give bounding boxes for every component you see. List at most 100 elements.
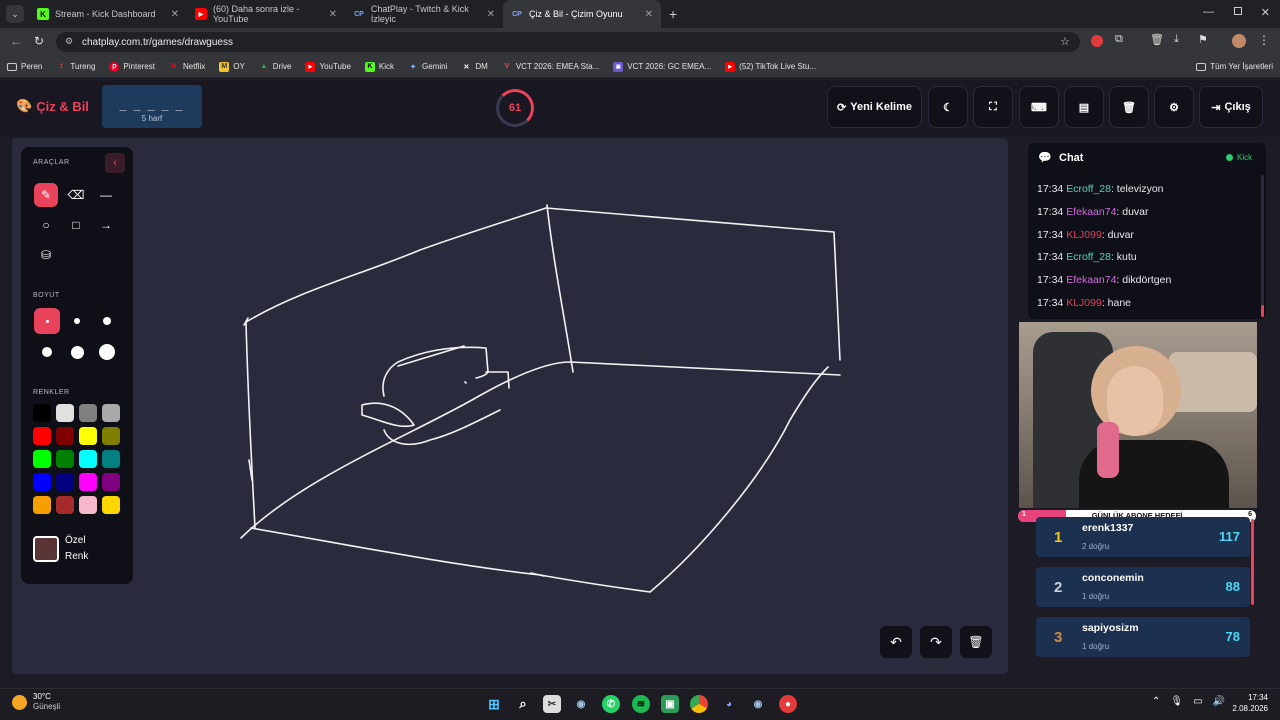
bookmark-item[interactable]: ✦ Gemini (401, 62, 454, 72)
tab-kick-dashboard[interactable]: K Stream - Kick Dashboard ✕ (29, 0, 187, 28)
delete-button[interactable]: 🗑 (1109, 86, 1149, 128)
extension-icon[interactable] (1091, 35, 1103, 47)
size-option[interactable] (94, 308, 120, 334)
bookmark-item[interactable]: M OY (212, 61, 252, 72)
custom-color-button[interactable]: Özel Renk (33, 530, 123, 568)
address-bar[interactable]: ⚙ chatplay.com.tr/games/drawguess ☆ (56, 32, 1080, 52)
maximize-button[interactable] (1234, 7, 1242, 15)
bookmark-item[interactable]: Peren (0, 62, 49, 71)
chrome-icon[interactable] (690, 695, 708, 713)
fill-tool[interactable]: ⛁ (34, 243, 58, 267)
close-window-button[interactable]: ✕ (1261, 6, 1270, 19)
brush-tool[interactable]: ✎ (34, 183, 58, 207)
network-icon[interactable]: ▭ (1193, 696, 1202, 707)
chat-scrollbar[interactable] (1261, 175, 1264, 317)
color-swatch[interactable] (102, 496, 120, 514)
color-swatch[interactable] (102, 473, 120, 491)
clear-canvas-button[interactable]: 🗑 (960, 626, 992, 658)
bookmark-item[interactable]: ✕ DM (454, 62, 494, 72)
minimize-button[interactable]: — (1203, 6, 1214, 18)
close-icon[interactable]: ✕ (329, 9, 337, 20)
star-icon[interactable]: ☆ (1060, 35, 1070, 48)
color-swatch[interactable] (56, 496, 74, 514)
color-swatch[interactable] (102, 404, 120, 422)
keyboard-button[interactable]: ⌨ (1019, 86, 1059, 128)
color-swatch[interactable] (33, 404, 51, 422)
bookmark-item[interactable]: N Netflix (162, 62, 212, 72)
whatsapp-icon[interactable]: ✆ (602, 695, 620, 713)
theme-toggle-button[interactable]: ☾ (928, 86, 968, 128)
eraser-tool[interactable]: ⌫ (64, 183, 88, 207)
archive-button[interactable]: ▤ (1064, 86, 1104, 128)
line-tool[interactable]: — (94, 183, 118, 207)
undo-button[interactable]: ↶ (880, 626, 912, 658)
clock[interactable]: 17:34 2.08.2026 (1224, 692, 1268, 714)
bookmark-item[interactable]: ▣ VCT 2026: GC EMEA... (606, 61, 718, 72)
color-swatch[interactable] (79, 496, 97, 514)
new-word-button[interactable]: ⟳ Yeni Kelime (827, 86, 922, 128)
bookmark-item[interactable]: p Pinterest (102, 61, 162, 72)
redo-button[interactable]: ↷ (920, 626, 952, 658)
color-swatch[interactable] (56, 427, 74, 445)
fullscreen-button[interactable]: ⛶ (973, 86, 1013, 128)
tab-search-button[interactable]: ⌄ (6, 5, 24, 23)
color-swatch[interactable] (102, 427, 120, 445)
color-swatch[interactable] (102, 450, 120, 468)
size-option[interactable] (64, 308, 90, 334)
tab-chatplay[interactable]: CP ChatPlay - Twitch & Kick İzleyic ✕ (345, 0, 503, 28)
color-swatch[interactable] (33, 496, 51, 514)
color-swatch[interactable] (79, 427, 97, 445)
rectangle-tool[interactable]: □ (64, 213, 88, 237)
collapse-button[interactable]: ‹ (105, 153, 125, 173)
tab-ciz-bil[interactable]: CP Çiz & Bil - Çizim Oyunu ✕ (503, 0, 661, 28)
arrow-tool[interactable]: → (94, 213, 118, 237)
discord-icon[interactable]: ◕ (720, 695, 738, 713)
size-option[interactable] (64, 339, 90, 365)
search-icon[interactable]: ⌕ (514, 695, 532, 713)
bookmark-item[interactable]: ▲ Drive (252, 62, 299, 72)
color-swatch[interactable] (79, 473, 97, 491)
color-swatch[interactable] (33, 473, 51, 491)
avatar[interactable] (1232, 34, 1246, 48)
weather-widget[interactable]: 30°C Güneşli (12, 692, 60, 712)
size-option[interactable] (94, 339, 120, 365)
settings-button[interactable]: ⚙ (1154, 86, 1194, 128)
bookmark-item[interactable]: t Tureng (49, 62, 102, 72)
steam-icon[interactable]: ◉ (572, 695, 590, 713)
trash-icon[interactable]: 🗑 (1150, 33, 1164, 46)
all-bookmarks[interactable]: Tüm Yer İşaretleri (1189, 62, 1280, 71)
bookmark-item[interactable]: K Kick (358, 61, 401, 72)
color-swatch[interactable] (33, 450, 51, 468)
back-icon[interactable]: ← (10, 34, 22, 48)
color-swatch[interactable] (56, 450, 74, 468)
color-swatch[interactable] (56, 404, 74, 422)
color-swatch[interactable] (33, 427, 51, 445)
drawing-canvas[interactable]: ↶ ↷ 🗑 (12, 138, 1008, 674)
game-bar-icon[interactable]: ▣ (661, 695, 679, 713)
close-icon[interactable]: ✕ (645, 9, 653, 20)
color-swatch[interactable] (79, 450, 97, 468)
leaderboard-scrollbar[interactable] (1251, 519, 1254, 605)
chevron-up-icon[interactable]: ⌃ (1152, 696, 1160, 707)
exit-button[interactable]: ⇥ Çıkış (1199, 86, 1263, 128)
site-info-icon[interactable]: ⚙ (65, 36, 73, 47)
windows-start-icon[interactable]: ⊞ (485, 695, 503, 713)
microphone-icon[interactable]: 🎙 (1170, 696, 1183, 707)
close-icon[interactable]: ✕ (487, 9, 495, 20)
app-icon[interactable]: ● (779, 695, 797, 713)
new-tab-button[interactable]: + (669, 6, 677, 22)
extension-icon[interactable]: ⚑ (1198, 33, 1208, 46)
puzzle-icon[interactable]: ⧉ (1115, 33, 1123, 46)
size-option[interactable] (34, 308, 60, 334)
bookmark-item[interactable]: ▶ (52) TikTok Live Stu... (718, 61, 823, 72)
menu-icon[interactable]: ⋮ (1258, 33, 1270, 47)
circle-tool[interactable]: ○ (34, 213, 58, 237)
size-option[interactable] (34, 339, 60, 365)
color-swatch[interactable] (56, 473, 74, 491)
bookmark-item[interactable]: ▶ YouTube (298, 61, 357, 72)
tab-youtube[interactable]: ▶ (60) Daha sonra izle - YouTube ✕ (187, 0, 345, 28)
spotify-icon[interactable]: ≋ (632, 695, 650, 713)
close-icon[interactable]: ✕ (171, 9, 179, 20)
steam-icon[interactable]: ◉ (749, 695, 767, 713)
snipping-tool-icon[interactable]: ✂ (543, 695, 561, 713)
